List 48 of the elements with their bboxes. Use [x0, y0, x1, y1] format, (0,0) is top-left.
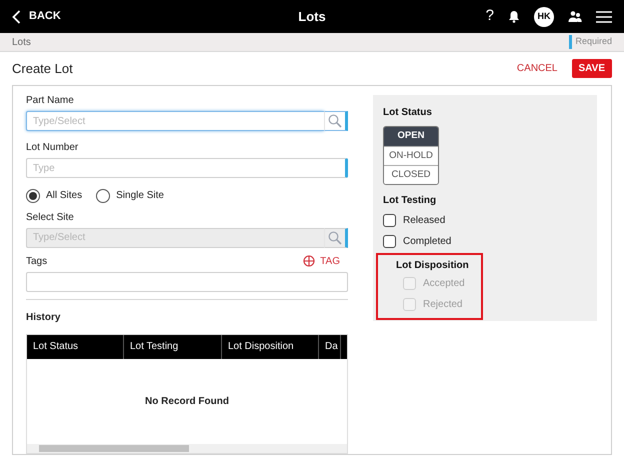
- section-title: Lot Testing: [383, 194, 438, 208]
- input-field[interactable]: Type/Select: [26, 111, 324, 131]
- section-title: History: [26, 310, 62, 325]
- back-button[interactable]: BACK: [12, 8, 61, 25]
- checkbox-label: Completed: [403, 235, 452, 249]
- field-label: Part Name: [26, 94, 75, 108]
- section-title: Lot Disposition: [396, 259, 470, 273]
- field-label: Select Site: [26, 211, 75, 225]
- column-header[interactable]: Da: [319, 334, 341, 359]
- help-button[interactable]: ?: [486, 5, 494, 28]
- field-label: Lot Number: [26, 141, 80, 155]
- section-title: Lot Status: [383, 106, 433, 120]
- cancel-button[interactable]: CANCEL: [516, 61, 558, 76]
- radio-label: Single Site: [116, 189, 164, 203]
- empty-message: No Record Found: [145, 394, 229, 409]
- status-option[interactable]: OPEN: [384, 127, 438, 146]
- status-option[interactable]: CLOSED: [384, 165, 438, 184]
- breadcrumb[interactable]: Lots: [12, 34, 31, 50]
- save-button[interactable]: SAVE: [572, 59, 612, 78]
- page-title: Lots: [298, 8, 326, 26]
- checkbox[interactable]: [383, 214, 396, 227]
- search-icon[interactable]: [328, 114, 342, 128]
- user-avatar[interactable]: HK: [534, 6, 554, 26]
- tags-field[interactable]: [26, 272, 348, 292]
- column-header[interactable]: Lot Disposition: [222, 334, 319, 359]
- horizontal-scrollbar[interactable]: [27, 444, 347, 453]
- radio-button[interactable]: [26, 188, 40, 202]
- users-icon[interactable]: [568, 10, 582, 23]
- add-circle-icon: [303, 255, 316, 268]
- checkbox-label: Released: [403, 214, 446, 228]
- form-title: Create Lot: [12, 60, 73, 78]
- bell-icon[interactable]: [508, 10, 520, 23]
- input-field[interactable]: Type: [26, 158, 348, 178]
- column-header[interactable]: Lot Testing: [124, 334, 222, 359]
- field-label: Tags: [26, 254, 48, 269]
- checkbox-label: Accepted: [423, 277, 465, 291]
- checkbox[interactable]: [383, 235, 396, 248]
- menu-icon[interactable]: [596, 10, 612, 22]
- required-legend: Required: [569, 35, 612, 49]
- search-button[interactable]: [324, 111, 348, 131]
- status-option[interactable]: ON-HOLD: [384, 146, 438, 165]
- radio-button[interactable]: [96, 188, 110, 202]
- column-header[interactable]: Lot Status: [27, 334, 124, 359]
- add-tag-button[interactable]: TAG: [303, 254, 340, 269]
- search-button[interactable]: [324, 228, 348, 248]
- checkbox-label: Rejected: [423, 298, 462, 312]
- search-icon[interactable]: [328, 230, 342, 245]
- radio-label: All Sites: [46, 189, 82, 203]
